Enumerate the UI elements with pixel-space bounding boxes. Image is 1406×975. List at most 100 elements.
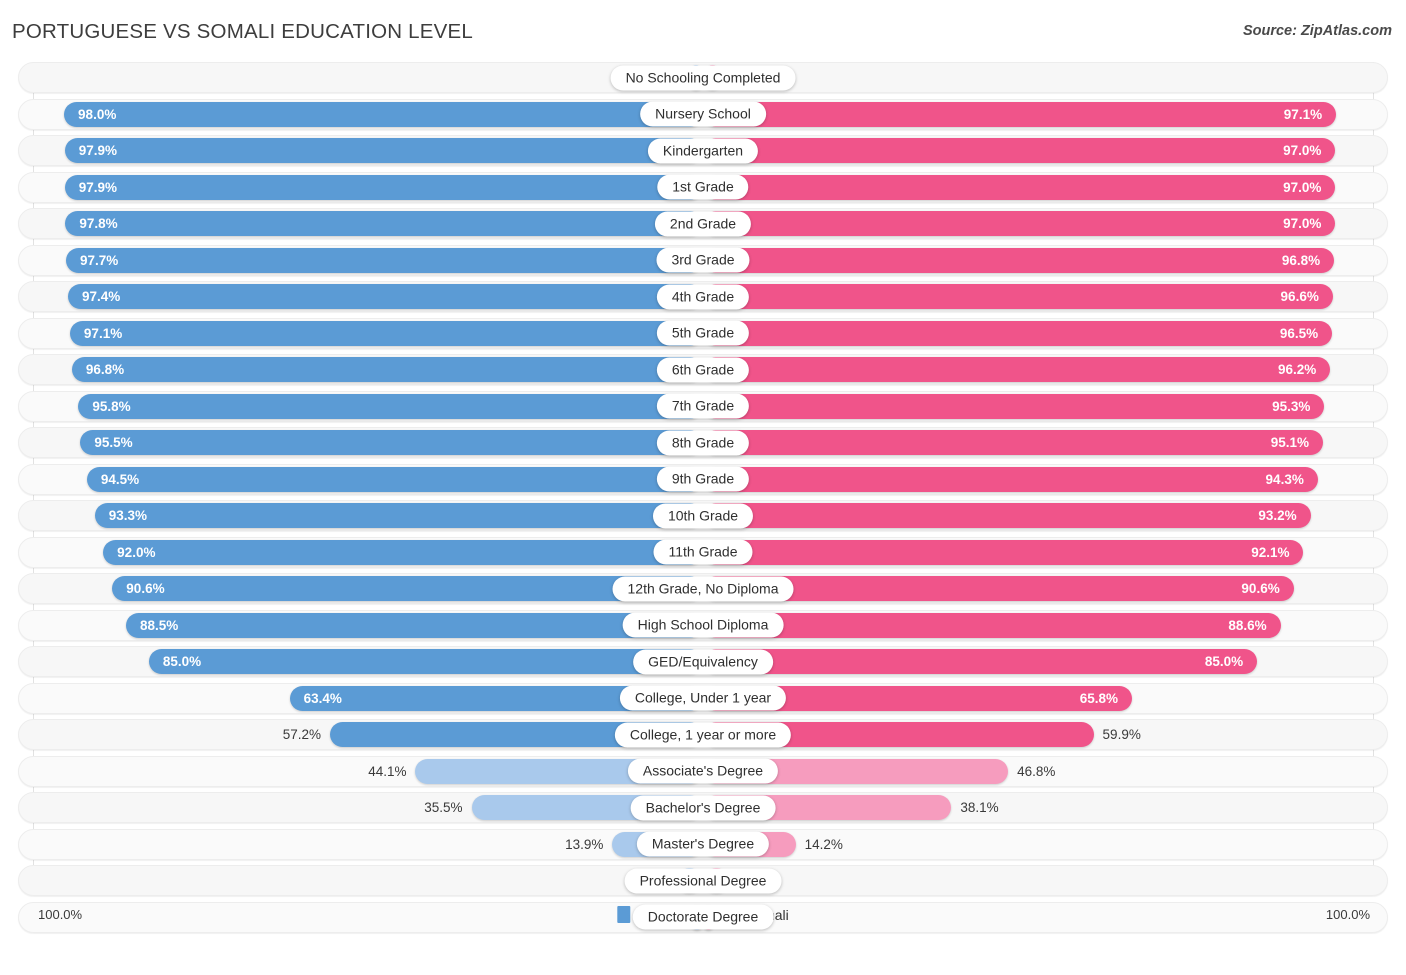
bar-somali[interactable]: 93.2% bbox=[703, 503, 1311, 528]
table-row[interactable]: 4.1%4.1%Professional Degree bbox=[18, 865, 1388, 896]
table-row[interactable]: 95.5% 95.1% 8th Grade bbox=[18, 427, 1388, 458]
row-category-label: College, Under 1 year bbox=[619, 685, 787, 711]
row-category-label: Doctorate Degree bbox=[632, 904, 774, 930]
bar-value-somali: 85.0% bbox=[1204, 654, 1244, 669]
table-row[interactable]: 97.9% 97.0% Kindergarten bbox=[18, 135, 1388, 166]
bar-portuguese[interactable]: 97.8% bbox=[65, 211, 703, 236]
table-row[interactable]: 92.0% 92.1% 11th Grade bbox=[18, 536, 1388, 568]
bar-half-portuguese: 57.2% bbox=[19, 720, 703, 749]
row-category-label: Professional Degree bbox=[624, 868, 782, 893]
bar-somali[interactable]: 85.0% bbox=[703, 649, 1258, 674]
bar-somali[interactable]: 97.0% bbox=[703, 138, 1336, 163]
bar-value-somali: 97.1% bbox=[1283, 106, 1323, 122]
bar-portuguese[interactable]: 93.3% bbox=[94, 503, 703, 528]
bar-half-portuguese: 35.5% bbox=[19, 793, 703, 822]
table-row[interactable]: 97.8% 97.0% 2nd Grade bbox=[18, 208, 1388, 239]
bar-half-somali: 85.0% bbox=[703, 647, 1387, 676]
bar-portuguese[interactable]: 97.9% bbox=[64, 138, 703, 163]
row-category-label: GED/Equivalency bbox=[633, 649, 773, 674]
bar-half-somali: 97.0% bbox=[703, 209, 1387, 238]
table-row[interactable]: 2.1%2.9%No Schooling Completed bbox=[18, 62, 1388, 93]
bar-value-somali: 65.8% bbox=[1079, 690, 1119, 706]
bar-half-portuguese: 97.9% bbox=[19, 136, 703, 165]
bar-value-somali: 92.1% bbox=[1251, 544, 1290, 560]
table-row[interactable]: 57.2% 59.9% College, 1 year or more bbox=[18, 719, 1388, 750]
bar-somali[interactable]: 95.3% bbox=[703, 393, 1325, 419]
table-row[interactable]: 97.1% 96.5% 5th Grade bbox=[18, 317, 1388, 349]
bar-portuguese[interactable]: 97.1% bbox=[69, 320, 703, 346]
bar-portuguese[interactable]: 85.0% bbox=[148, 649, 703, 674]
table-row[interactable]: 13.9% 14.2% Master's Degree bbox=[18, 828, 1388, 860]
row-category-label: 11th Grade bbox=[653, 539, 753, 565]
bar-half-portuguese: 63.4% bbox=[19, 684, 703, 713]
bar-half-somali: 14.2% bbox=[703, 830, 1387, 859]
bar-value-portuguese: 57.2% bbox=[282, 727, 322, 742]
bar-value-somali: 97.0% bbox=[1283, 143, 1322, 158]
bar-value-somali: 96.5% bbox=[1279, 325, 1319, 341]
bar-portuguese[interactable]: 98.0% bbox=[64, 101, 703, 127]
bar-portuguese[interactable]: 88.5% bbox=[125, 612, 703, 638]
bar-half-somali: 96.8% bbox=[703, 246, 1387, 275]
bar-value-portuguese: 95.5% bbox=[94, 435, 133, 450]
table-row[interactable]: 90.6% 90.6% 12th Grade, No Diploma bbox=[18, 573, 1388, 604]
bar-half-portuguese: 90.6% bbox=[19, 574, 703, 603]
bar-somali[interactable]: 96.2% bbox=[703, 357, 1331, 382]
bar-half-somali: 96.2% bbox=[703, 355, 1387, 384]
bar-somali[interactable]: 88.6% bbox=[703, 612, 1281, 638]
bar-portuguese[interactable]: 97.7% bbox=[66, 247, 703, 273]
row-category-label: 9th Grade bbox=[656, 466, 750, 492]
bar-somali[interactable]: 96.6% bbox=[703, 284, 1333, 309]
bar-portuguese[interactable]: 97.9% bbox=[64, 174, 703, 200]
table-row[interactable]: 35.5% 38.1% Bachelor's Degree bbox=[18, 792, 1388, 823]
bar-value-portuguese: 98.0% bbox=[78, 106, 117, 122]
bar-half-somali: 96.5% bbox=[703, 319, 1387, 348]
bar-half-portuguese: 85.0% bbox=[19, 647, 703, 676]
page-header: Portuguese vs Somali Education Level Sou… bbox=[0, 0, 1406, 62]
diverging-bar-chart: 2.1%2.9%No Schooling Completed 98.0% 97.1%… bbox=[0, 62, 1406, 937]
bar-somali[interactable]: 94.3% bbox=[703, 466, 1318, 492]
bar-portuguese[interactable]: 92.0% bbox=[103, 539, 703, 565]
bar-half-portuguese: 97.7% bbox=[19, 246, 703, 275]
table-row[interactable]: 63.4% 65.8% College, Under 1 year bbox=[18, 682, 1388, 714]
bar-somali[interactable]: 97.0% bbox=[703, 174, 1336, 200]
bar-portuguese[interactable]: 96.8% bbox=[71, 357, 703, 382]
table-row[interactable]: 97.4% 96.6% 4th Grade bbox=[18, 281, 1388, 312]
bar-somali[interactable]: 96.8% bbox=[703, 247, 1335, 273]
bar-half-portuguese: 88.5% bbox=[19, 611, 703, 640]
row-category-label: College, 1 year or more bbox=[614, 722, 792, 747]
bar-portuguese[interactable]: 94.5% bbox=[86, 466, 703, 492]
table-row[interactable]: 88.5% 88.6% High School Diploma bbox=[18, 609, 1388, 641]
table-row[interactable]: 95.8% 95.3% 7th Grade bbox=[18, 390, 1388, 422]
bar-portuguese[interactable]: 95.8% bbox=[78, 393, 703, 419]
bar-value-portuguese: 13.9% bbox=[565, 836, 604, 852]
table-row[interactable]: 94.5% 94.3% 9th Grade bbox=[18, 463, 1388, 495]
row-category-label: 6th Grade bbox=[656, 357, 750, 382]
row-category-label: Nursery School bbox=[640, 101, 766, 127]
bar-half-somali: 90.6% bbox=[703, 574, 1387, 603]
table-row[interactable]: 44.1% 46.8% Associate's Degree bbox=[18, 755, 1388, 787]
bar-portuguese[interactable]: 97.4% bbox=[67, 284, 703, 309]
bar-somali[interactable]: 97.1% bbox=[703, 101, 1337, 127]
row-category-label: Bachelor's Degree bbox=[630, 795, 776, 820]
bar-half-somali: 95.3% bbox=[703, 392, 1387, 421]
bar-value-somali: 88.6% bbox=[1228, 617, 1267, 633]
bar-somali[interactable]: 97.0% bbox=[703, 211, 1336, 236]
bar-half-portuguese: 97.4% bbox=[19, 282, 703, 311]
table-row[interactable]: 85.0% 85.0% GED/Equivalency bbox=[18, 646, 1388, 677]
row-category-label: Master's Degree bbox=[636, 831, 770, 857]
bar-somali[interactable]: 95.1% bbox=[703, 430, 1324, 455]
bar-portuguese[interactable]: 95.5% bbox=[80, 430, 703, 455]
row-category-label: No Schooling Completed bbox=[610, 65, 796, 90]
bar-value-portuguese: 85.0% bbox=[162, 654, 202, 669]
bar-half-portuguese: 95.5% bbox=[19, 428, 703, 457]
table-row[interactable]: 97.9% 97.0% 1st Grade bbox=[18, 171, 1388, 203]
table-row[interactable]: 98.0% 97.1% Nursery School bbox=[18, 98, 1388, 130]
table-row[interactable]: 96.8% 96.2% 6th Grade bbox=[18, 354, 1388, 385]
bar-half-somali: 97.0% bbox=[703, 173, 1387, 202]
bar-value-somali: 93.2% bbox=[1258, 508, 1297, 523]
table-row[interactable]: 93.3% 93.2% 10th Grade bbox=[18, 500, 1388, 531]
bar-somali[interactable]: 96.5% bbox=[703, 320, 1333, 346]
bar-half-portuguese: 94.5% bbox=[19, 465, 703, 494]
table-row[interactable]: 97.7% 96.8% 3rd Grade bbox=[18, 244, 1388, 276]
bar-somali[interactable]: 92.1% bbox=[703, 539, 1304, 565]
